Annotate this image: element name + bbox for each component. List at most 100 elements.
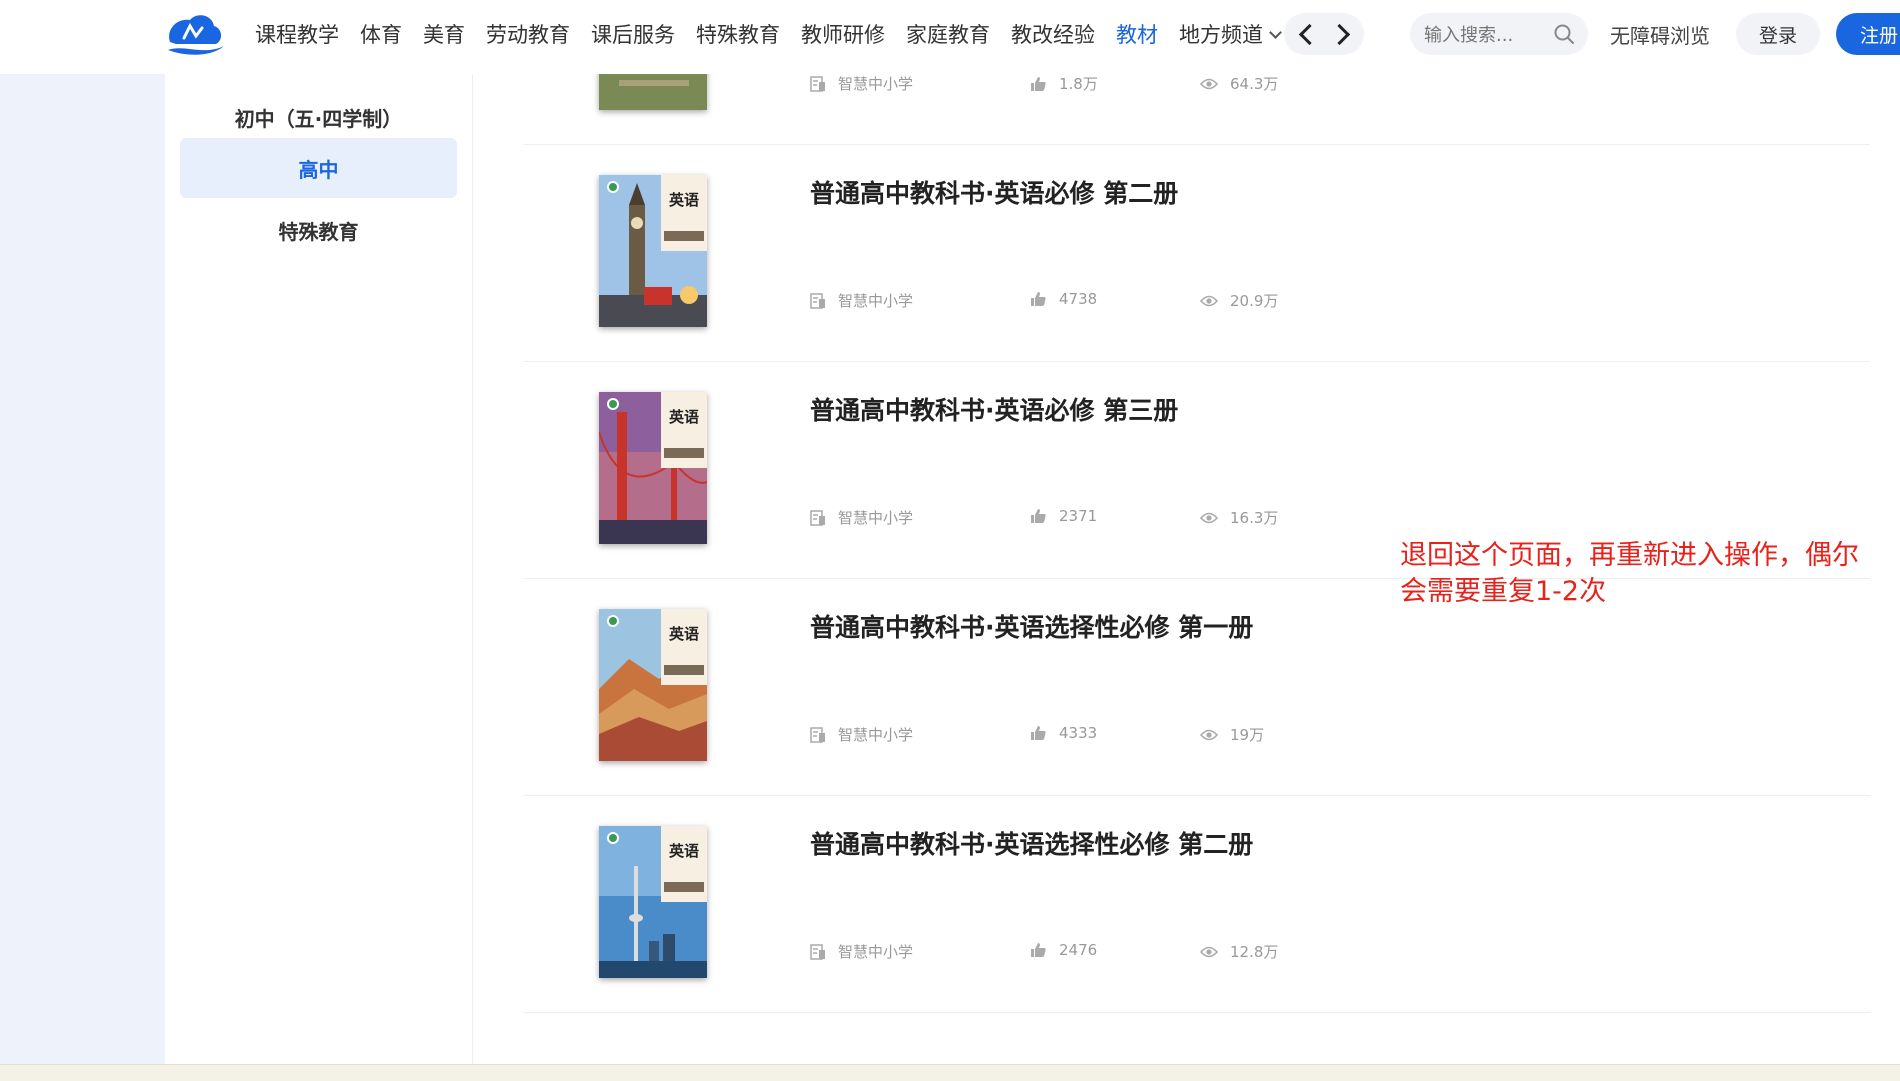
nav-item-label: 课后服务 [591, 23, 675, 47]
nav-item-8[interactable]: 教改经验 [1011, 19, 1095, 49]
views-value: 16.3万 [1230, 509, 1279, 527]
book-cover-image[interactable]: 英语 [599, 609, 707, 761]
book-cover-image[interactable]: 英语 [599, 175, 707, 327]
nav-item-label: 教改经验 [1011, 23, 1095, 47]
publisher-meta: 智慧中小学 [810, 74, 913, 94]
book-title[interactable]: 普通高中教科书·英语必修 第二册 [810, 174, 1178, 210]
publisher-meta: 智慧中小学 [810, 941, 913, 962]
views-count: 16.3万 [1200, 507, 1278, 528]
thumbs-up-icon [1030, 76, 1059, 92]
likes-value: 4333 [1059, 724, 1098, 742]
nav-scroll-arrows [1284, 13, 1364, 55]
book-title[interactable]: 普通高中教科书·英语选择性必修 第一册 [810, 608, 1253, 644]
register-button[interactable]: 注册 [1836, 13, 1900, 55]
book-cover-image[interactable]: 英语 [599, 74, 707, 110]
building-icon [810, 943, 838, 960]
publisher-meta: 智慧中小学 [810, 724, 913, 745]
publisher-value: 智慧中小学 [838, 509, 914, 527]
nav-item-label: 劳动教育 [486, 23, 570, 47]
thumbs-up-icon [1030, 725, 1059, 741]
publisher-meta: 智慧中小学 [810, 507, 913, 528]
svg-text:英语: 英语 [669, 625, 699, 643]
list-item[interactable]: 英语 普通高中教科书·英语选择性必修 第一册智慧中小学 4333 19万 [524, 578, 1870, 796]
nav-item-label: 家庭教育 [906, 23, 990, 47]
nav-item-5[interactable]: 特殊教育 [696, 19, 780, 49]
nav-item-label: 课程教学 [255, 23, 339, 47]
accessibility-browse-link[interactable]: 无障碍浏览 [1610, 20, 1710, 49]
nav-item-2[interactable]: 美育 [423, 19, 465, 49]
nav-item-3[interactable]: 劳动教育 [486, 19, 570, 49]
views-count: 19万 [1200, 724, 1264, 745]
svg-text:英语: 英语 [669, 191, 699, 209]
nav-item-10[interactable]: 地方频道 [1179, 19, 1282, 49]
nav-item-label: 特殊教育 [696, 23, 780, 47]
nav-item-4[interactable]: 课后服务 [591, 19, 675, 49]
building-icon [810, 75, 838, 92]
list-item[interactable]: 英语 普通高中教科书·英语选择性必修 第二册智慧中小学 2476 12.8万 [524, 795, 1870, 1013]
eye-icon [1200, 294, 1230, 308]
sidebar-item-1[interactable]: 高中 [180, 138, 457, 198]
views-count: 12.8万 [1200, 941, 1278, 962]
search-input[interactable] [1422, 21, 1546, 49]
login-button[interactable]: 登录 [1736, 13, 1820, 55]
likes-count: 1.8万 [1030, 74, 1098, 94]
chevron-down-icon [1269, 26, 1282, 39]
bottom-status-strip [0, 1064, 1900, 1081]
search-box [1410, 13, 1588, 55]
views-count: 20.9万 [1200, 290, 1278, 311]
views-value: 12.8万 [1230, 943, 1279, 961]
eye-icon [1200, 945, 1230, 959]
eye-icon [1200, 511, 1230, 525]
search-icon[interactable] [1552, 22, 1576, 46]
thumbs-up-icon [1030, 942, 1059, 958]
likes-count: 4333 [1030, 724, 1097, 742]
nav-item-1[interactable]: 体育 [360, 19, 402, 49]
nav-item-0[interactable]: 课程教学 [255, 19, 339, 49]
likes-value: 2476 [1059, 941, 1098, 959]
likes-value: 1.8万 [1059, 75, 1098, 93]
building-icon [810, 292, 838, 309]
nav-item-label: 地方频道 [1179, 23, 1263, 47]
sidebar-item-label: 初中（五·四学制） [234, 106, 403, 131]
book-title[interactable]: 普通高中教科书·英语选择性必修 第二册 [810, 825, 1253, 861]
views-value: 20.9万 [1230, 292, 1279, 310]
sidebar-item-label: 特殊教育 [278, 219, 359, 244]
sidebar-item-2[interactable]: 特殊教育 [180, 200, 457, 260]
chevron-right-icon[interactable] [1328, 23, 1350, 45]
thumbs-up-icon [1030, 291, 1059, 307]
list-item[interactable]: 英语 普通高中教科书·英语必修 第二册智慧中小学 4738 20.9万 [524, 144, 1870, 362]
book-title[interactable]: 普通高中教科书·英语必修 第三册 [810, 391, 1178, 427]
likes-value: 2371 [1059, 507, 1098, 525]
thumbs-up-icon [1030, 508, 1059, 524]
likes-count: 4738 [1030, 290, 1097, 308]
main-nav: 课程教学 体育 美育 劳动教育 课后服务 特殊教育 教师研修 家庭教育 教改经验 教材 地方频道 [255, 18, 1301, 50]
sidebar-item-label: 高中 [298, 157, 339, 182]
list-item[interactable]: 英语普通高中教科书·英语必修 第一册智慧中小学1.8万64.3万 [524, 74, 1870, 145]
chevron-left-icon[interactable] [1298, 23, 1320, 45]
publisher-value: 智慧中小学 [838, 726, 914, 744]
likes-count: 2476 [1030, 941, 1097, 959]
page-left-gutter [0, 74, 165, 1074]
book-cover-image[interactable]: 英语 [599, 826, 707, 978]
site-logo-icon[interactable] [162, 10, 226, 58]
nav-item-7[interactable]: 家庭教育 [906, 19, 990, 49]
eye-icon [1200, 728, 1230, 742]
book-cover-image[interactable]: 英语 [599, 392, 707, 544]
nav-item-label: 教师研修 [801, 23, 885, 47]
nav-item-9[interactable]: 教材 [1116, 19, 1158, 49]
publisher-meta: 智慧中小学 [810, 290, 913, 311]
svg-text:英语: 英语 [669, 408, 699, 426]
top-navigation-bar: 课程教学体育美育劳动教育课后服务特殊教育教师研修家庭教育教改经验教材地方频道 无… [0, 0, 1900, 74]
nav-item-6[interactable]: 教师研修 [801, 19, 885, 49]
likes-value: 4738 [1059, 290, 1098, 308]
nav-item-label: 美育 [423, 23, 465, 47]
publisher-value: 智慧中小学 [838, 292, 914, 310]
stage-sidebar: 初中（五·四学制） 高中特殊教育 [165, 74, 473, 1074]
building-icon [810, 726, 838, 743]
views-value: 64.3万 [1230, 75, 1279, 93]
nav-item-label: 体育 [360, 23, 402, 47]
likes-count: 2371 [1030, 507, 1097, 525]
views-count: 64.3万 [1200, 74, 1278, 94]
nav-item-label: 教材 [1116, 23, 1158, 47]
eye-icon [1200, 77, 1230, 91]
